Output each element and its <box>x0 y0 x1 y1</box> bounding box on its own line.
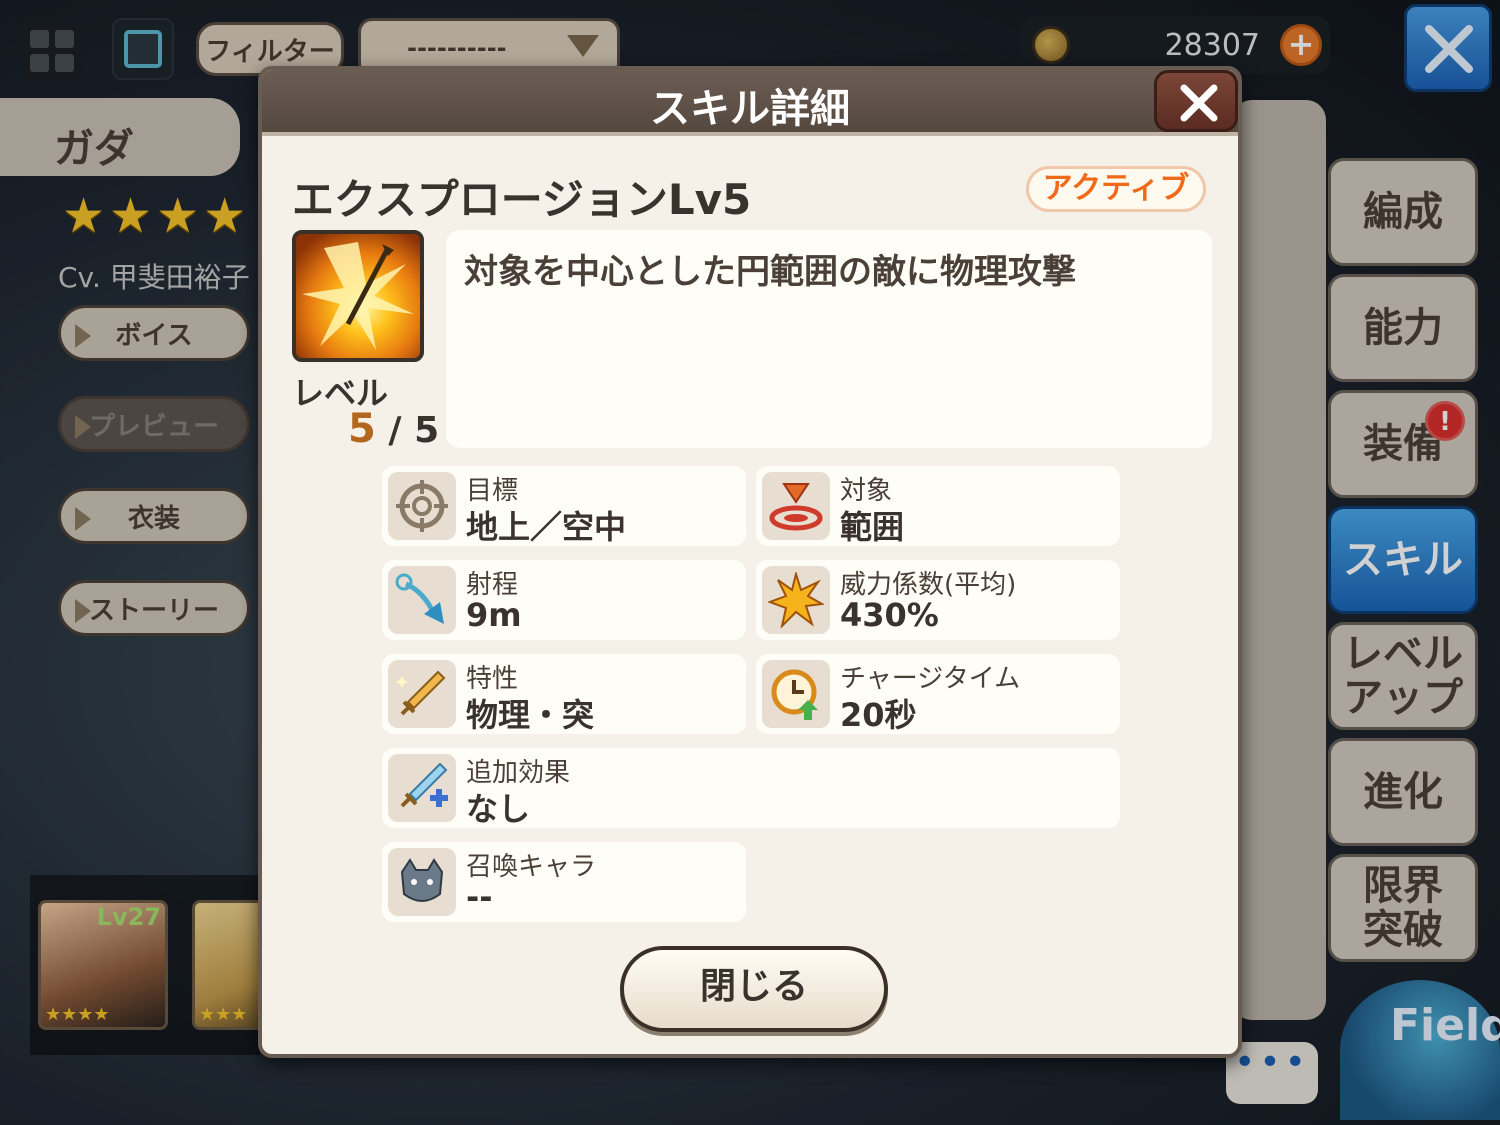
stat-value: なし <box>466 790 531 828</box>
stat-value: 地上／空中 <box>466 508 627 546</box>
skill-description: 対象を中心とした円範囲の敵に物理攻撃 <box>446 230 1212 448</box>
stat-value: 物理・突 <box>466 696 595 734</box>
level-current: 5 <box>348 406 376 452</box>
stat-charge-time: チャージタイム 20秒 <box>756 654 1120 734</box>
stat-value: 430% <box>840 596 939 634</box>
stat-attribute: 特性 物理・突 <box>382 654 746 734</box>
stat-range: 射程 9m <box>382 560 746 640</box>
clock-icon <box>762 660 830 728</box>
stat-value: 20秒 <box>840 696 917 734</box>
modal-title: スキル詳細 <box>650 86 850 132</box>
modal-header: スキル詳細 <box>262 70 1238 136</box>
stat-value: 9m <box>466 596 522 634</box>
sword-plus-icon <box>388 754 456 822</box>
explosion-skill-icon <box>292 230 424 362</box>
level-max: / 5 <box>388 410 440 451</box>
stat-value: 範囲 <box>840 508 905 546</box>
stat-value: -- <box>466 878 493 916</box>
modal-close-button[interactable] <box>1154 70 1238 132</box>
stat-summon: 召喚キャラ -- <box>382 842 746 922</box>
range-arrow-icon <box>388 566 456 634</box>
skill-type-badge: アクティブ <box>1026 166 1206 212</box>
level-value: 5 / 5 <box>348 406 439 452</box>
stat-power: 威力係数(平均) 430% <box>756 560 1120 640</box>
stat-extra-effect: 追加効果 なし <box>382 748 1120 828</box>
close-button[interactable]: 閉じる <box>620 946 888 1032</box>
stat-area: 対象 範囲 <box>756 466 1120 546</box>
skill-detail-modal: スキル詳細 エクスプロージョンLv5 アクティブ レベル 5 / 5 対象を中心… <box>258 66 1242 1058</box>
burst-icon <box>762 566 830 634</box>
summon-icon <box>388 848 456 916</box>
close-icon <box>1180 84 1218 122</box>
skill-name: エクスプロージョンLv5 <box>292 175 752 224</box>
area-target-icon <box>762 472 830 540</box>
stat-target: 目標 地上／空中 <box>382 466 746 546</box>
sword-icon <box>388 660 456 728</box>
crosshair-icon <box>388 472 456 540</box>
